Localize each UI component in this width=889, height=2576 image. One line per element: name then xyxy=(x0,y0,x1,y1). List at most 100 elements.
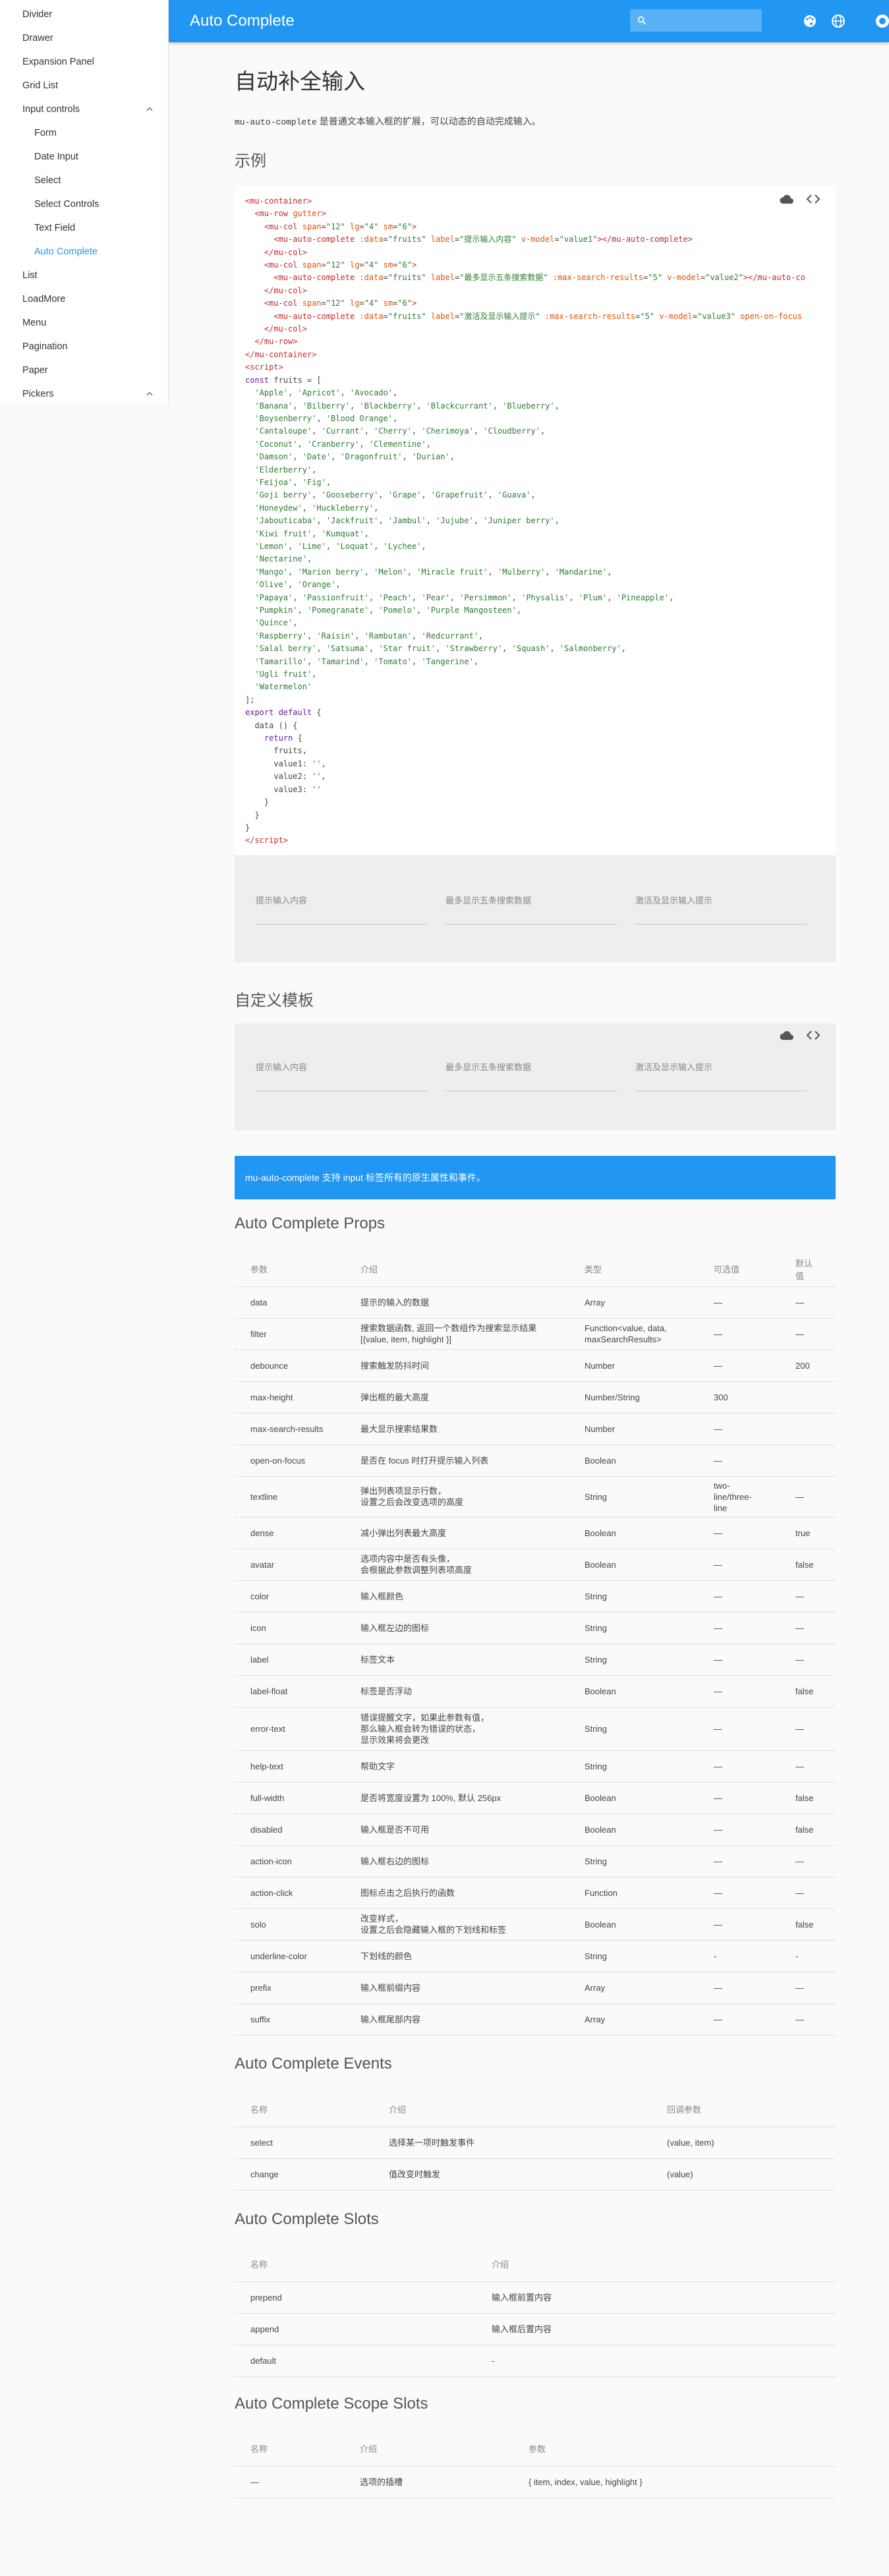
autocomplete-field[interactable]: 提示输入内容 xyxy=(256,894,427,928)
table-cell: String xyxy=(569,1750,698,1783)
cloud-icon[interactable] xyxy=(779,1027,795,1043)
app-bar-primary: Auto Complete xyxy=(169,0,889,42)
language-icon[interactable] xyxy=(830,13,846,29)
sidebar-item-label: Pickers xyxy=(22,389,54,399)
sidebar-item-list[interactable]: List xyxy=(0,264,169,287)
table-cell: — xyxy=(698,2003,780,2036)
table-cell: String xyxy=(569,1580,698,1613)
table-row: full-width 是否将宽度设置为 100%, 默认 256px Boolean… xyxy=(235,1782,836,1814)
section-title-slots: Auto Complete Slots xyxy=(235,2210,379,2228)
table-cell: — xyxy=(780,1750,836,1783)
field-label: 提示输入内容 xyxy=(256,896,308,905)
sidebar-item-grid-list[interactable]: Grid List xyxy=(0,74,169,98)
table-cell xyxy=(780,1413,836,1445)
autocomplete-field[interactable]: 激活及显示输入提示 xyxy=(635,1060,807,1095)
table-cell: { item, index, value, highlight } xyxy=(513,2466,836,2498)
github-icon[interactable] xyxy=(875,13,889,29)
search-box[interactable] xyxy=(630,9,762,32)
sidebar-item-expansion-panel[interactable]: Expansion Panel xyxy=(0,50,169,74)
table-header-row: 参数 介绍 类型 可选值 默认值 xyxy=(235,1252,836,1287)
table-cell: 搜索数据函数, 返回一个数组作为搜索显示结果 [{value, item, hi… xyxy=(345,1318,569,1350)
table-cell: 300 xyxy=(698,1381,780,1414)
table-cell: 输入框颜色 xyxy=(345,1580,569,1613)
section-title-custom-template: 自定义模板 xyxy=(235,992,314,1010)
sidebar-item-select[interactable]: Select xyxy=(0,169,169,192)
column-header: 介绍 xyxy=(373,2092,651,2127)
column-header: 名称 xyxy=(235,2432,344,2467)
table-header-row: 名称 介绍 参数 xyxy=(235,2432,836,2467)
code-icon[interactable] xyxy=(805,1027,821,1043)
autocomplete-field[interactable]: 激活及显示输入提示 xyxy=(635,894,807,928)
column-header: 介绍 xyxy=(344,2432,513,2467)
table-cell: action-click xyxy=(235,1877,345,1909)
table-row: change 值改变时触发 (value) xyxy=(235,2158,836,2190)
table-cell: 输入框后置内容 xyxy=(476,2313,836,2345)
autocomplete-field[interactable]: 提示输入内容 xyxy=(256,1060,427,1095)
column-header: 介绍 xyxy=(345,1252,569,1287)
table-cell: 200 xyxy=(780,1350,836,1382)
page-intro: mu-auto-complete 是普通文本输入框的扩展，可以动态的自动完成输入… xyxy=(235,115,541,128)
table-cell xyxy=(780,1381,836,1414)
sidebar-item-date-input[interactable]: Date Input xyxy=(0,145,169,169)
autocomplete-field[interactable]: 最多显示五条搜索数据 xyxy=(445,894,617,928)
sidebar-item-input-controls[interactable]: Input controls xyxy=(0,98,169,121)
table-cell: 选项内容中是否有头像， 会根据此参数调整列表项高度 xyxy=(345,1549,569,1581)
code-icon[interactable] xyxy=(805,191,821,207)
table-cell: — xyxy=(698,1286,780,1319)
section-title-example: 示例 xyxy=(235,152,266,170)
table-row: open-on-focus 是否在 focus 时打开提示输入列表 Boolean — xyxy=(235,1445,836,1477)
table-cell: max-search-results xyxy=(235,1413,345,1445)
table-row: append 输入框后置内容 xyxy=(235,2313,836,2345)
table-cell: 输入框尾部内容 xyxy=(345,2003,569,2036)
column-header: 介绍 xyxy=(476,2247,836,2282)
table-cell: — xyxy=(698,1814,780,1846)
palette-icon[interactable] xyxy=(802,13,818,29)
sidebar-item-form[interactable]: Form xyxy=(0,121,169,145)
table-cell: 是否将宽度设置为 100%, 默认 256px xyxy=(345,1782,569,1814)
table-cell: 是否在 focus 时打开提示输入列表 xyxy=(345,1445,569,1477)
table-cell: select xyxy=(235,2127,373,2159)
sidebar-item-text-field[interactable]: Text Field xyxy=(0,216,169,240)
table-cell: dense xyxy=(235,1517,345,1549)
table-row: suffix 输入框尾部内容 Array — — xyxy=(235,2003,836,2036)
table-cell: — xyxy=(698,1675,780,1707)
sidebar-item-menu[interactable]: Menu xyxy=(0,311,169,335)
table-cell: solo xyxy=(235,1908,345,1941)
autocomplete-field[interactable]: 最多显示五条搜索数据 xyxy=(445,1060,617,1095)
sidebar-item-drawer[interactable]: Drawer xyxy=(0,26,169,50)
table-cell: 错误提醒文字，如果此参数有值， 那么输入框会转为错误的状态， 显示效果将会更改 xyxy=(345,1707,569,1751)
table-cell: String xyxy=(569,1644,698,1676)
chevron-up-icon xyxy=(146,391,153,396)
table-cell: Boolean xyxy=(569,1675,698,1707)
table-cell: 输入框是否不可用 xyxy=(345,1814,569,1846)
sidebar-item-pickers[interactable]: Pickers xyxy=(0,382,169,406)
sidebar-item-auto-complete[interactable]: Auto Complete xyxy=(0,240,169,264)
table-cell: error-text xyxy=(235,1707,345,1751)
table-row: action-click 图标点击之后执行的函数 Function — — xyxy=(235,1877,836,1909)
table-cell: 值改变时触发 xyxy=(373,2158,651,2190)
column-header: 可选值 xyxy=(698,1252,780,1287)
table-cell: Array xyxy=(569,1972,698,2004)
table-cell: false xyxy=(780,1908,836,1941)
table-cell: prepend xyxy=(235,2281,476,2314)
intro-text: 是普通文本输入框的扩展，可以动态的自动完成输入。 xyxy=(316,116,541,127)
search-icon xyxy=(637,16,646,25)
table-cell: Number/String xyxy=(569,1381,698,1414)
intro-code: mu-auto-complete xyxy=(235,117,317,127)
table-row: label 标签文本 String — — xyxy=(235,1644,836,1676)
table-header-row: 名称 介绍 回调参数 xyxy=(235,2092,836,2127)
sidebar-item-loadmore[interactable]: LoadMore xyxy=(0,287,169,311)
table-row: icon 输入框左边的图标 String — — xyxy=(235,1612,836,1644)
table-cell: prefix xyxy=(235,1972,345,2004)
table-cell: 最大显示搜索结果数 xyxy=(345,1413,569,1445)
table-cell: 标签是否浮动 xyxy=(345,1675,569,1707)
table-row: default - xyxy=(235,2345,836,2377)
table-cell: append xyxy=(235,2313,476,2345)
sidebar-item-divider[interactable]: Divider xyxy=(0,3,169,26)
events-table: 名称 介绍 回调参数 select 选择某一项时触发事件 (value, item) ch… xyxy=(235,2092,836,2190)
sidebar-item-pagination[interactable]: Pagination xyxy=(0,335,169,358)
table-row: prefix 输入框前缀内容 Array — — xyxy=(235,1972,836,2004)
sidebar-item-select-controls[interactable]: Select Controls xyxy=(0,192,169,216)
table-cell: 输入框前缀内容 xyxy=(345,1972,569,2004)
sidebar-item-paper[interactable]: Paper xyxy=(0,358,169,382)
